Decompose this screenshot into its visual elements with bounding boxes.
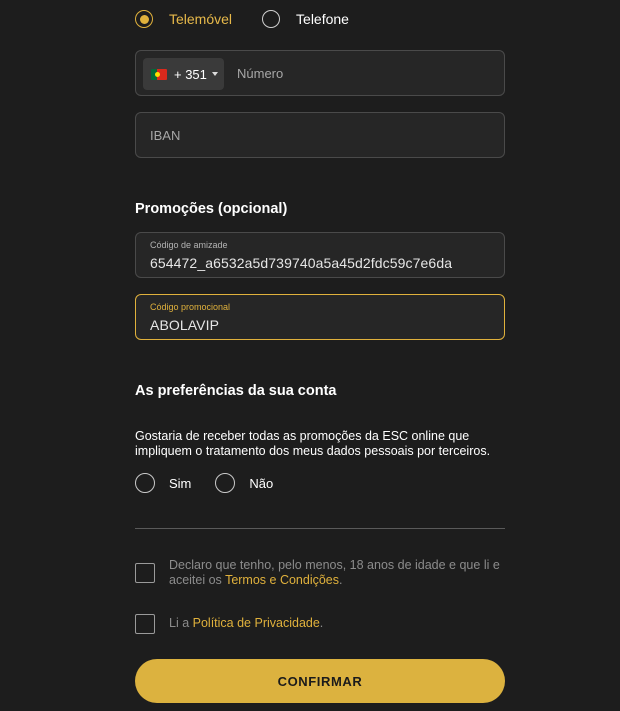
iban-field[interactable]: IBAN: [135, 112, 505, 158]
phone-number-field[interactable]: + 351 Número: [135, 50, 505, 96]
iban-placeholder: IBAN: [150, 128, 181, 143]
friend-code-value: 654472_a6532a5d739740a5a45d2fdc59c7e6da: [150, 255, 453, 271]
consent-no-label[interactable]: Não: [249, 476, 273, 491]
privacy-policy-link[interactable]: Política de Privacidade: [193, 616, 320, 630]
country-dial-code: + 351: [174, 66, 207, 82]
privacy-checkbox[interactable]: [135, 614, 155, 634]
privacy-text: Li a Política de Privacidade.: [169, 616, 505, 631]
mobile-radio[interactable]: [135, 10, 153, 28]
mobile-radio-label[interactable]: Telemóvel: [169, 11, 232, 27]
section-divider: [135, 528, 505, 529]
age-terms-text: Declaro que tenho, pelo menos, 18 anos d…: [169, 558, 505, 588]
account-preferences-heading: As preferências da sua conta: [135, 383, 337, 399]
age-terms-period: .: [339, 573, 343, 587]
marketing-consent-group: Sim Não: [135, 472, 273, 494]
consent-yes-label[interactable]: Sim: [169, 476, 191, 491]
promo-code-label: Código promocional: [150, 302, 231, 312]
promotions-heading: Promoções (opcional): [135, 201, 288, 217]
privacy-prefix: Li a: [169, 616, 190, 630]
radio-selected-dot: [139, 14, 149, 24]
consent-yes-radio[interactable]: [135, 473, 155, 493]
landline-radio[interactable]: [262, 10, 281, 28]
confirm-button[interactable]: CONFIRMAR: [135, 659, 505, 703]
promo-code-field[interactable]: Código promocional ABOLAVIP: [135, 294, 505, 340]
privacy-period: .: [319, 616, 324, 630]
marketing-consent-text: Gostaria de receber todas as promoções d…: [135, 429, 491, 458]
phone-type-group: Telemóvel Telefone: [135, 8, 349, 30]
landline-radio-label[interactable]: Telefone: [296, 11, 349, 27]
friend-code-label: Código de amizade: [150, 240, 228, 250]
friend-code-field[interactable]: Código de amizade 654472_a6532a5d739740a…: [135, 232, 505, 278]
age-terms-row: Declaro que tenho, pelo menos, 18 anos d…: [135, 558, 505, 588]
caret-down-icon: [211, 72, 218, 76]
age-terms-checkbox[interactable]: [135, 563, 155, 583]
country-code-dropdown[interactable]: + 351: [143, 58, 224, 90]
privacy-row: Li a Política de Privacidade.: [135, 614, 505, 634]
portugal-flag-icon: [151, 68, 167, 80]
promo-code-value: ABOLAVIP: [150, 317, 220, 333]
phone-number-placeholder: Número: [237, 66, 284, 81]
consent-no-radio[interactable]: [215, 473, 236, 493]
terms-link[interactable]: Termos e Condições: [225, 573, 339, 587]
